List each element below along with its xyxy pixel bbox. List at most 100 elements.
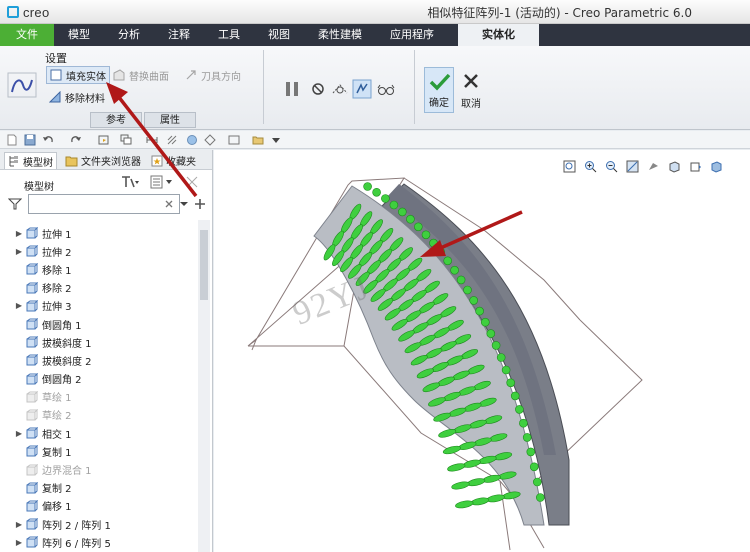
tree-item-label: 拔模斜度 2 bbox=[42, 356, 92, 368]
quick-access-toolbar bbox=[0, 131, 750, 149]
replace-surface-button[interactable]: 替换曲面 bbox=[110, 66, 172, 84]
menu-annotate[interactable]: 注释 bbox=[154, 24, 204, 46]
edge-feature bbox=[496, 353, 506, 362]
tree-item[interactable]: 草绘 2 bbox=[0, 406, 198, 424]
expand-arrow-icon[interactable]: ▶ bbox=[12, 538, 26, 547]
undo-icon[interactable] bbox=[42, 134, 54, 146]
tool-direction-icon bbox=[186, 70, 196, 80]
shape-icon[interactable] bbox=[204, 134, 216, 146]
tree-item[interactable]: ▶ 拉伸 2 bbox=[0, 242, 198, 260]
edge-feature bbox=[436, 247, 445, 257]
no-preview-icon[interactable] bbox=[308, 79, 328, 99]
folder-icon bbox=[65, 156, 78, 166]
search-dropdown-icon[interactable] bbox=[180, 200, 188, 208]
tree-filter-icon[interactable] bbox=[184, 175, 200, 189]
show-options-icon[interactable] bbox=[150, 175, 174, 189]
new-file-icon[interactable] bbox=[6, 134, 18, 146]
remove-icon bbox=[26, 263, 38, 275]
tab-favorites-label: 收藏夹 bbox=[166, 157, 196, 168]
tab-properties[interactable]: 属性 bbox=[144, 112, 196, 128]
menu-flexible-modeling[interactable]: 柔性建模 bbox=[304, 24, 376, 46]
copy-icon bbox=[26, 445, 38, 457]
expand-arrow-icon[interactable]: ▶ bbox=[12, 520, 26, 529]
regenerate-icon[interactable] bbox=[98, 134, 110, 146]
close-window-icon[interactable] bbox=[228, 134, 240, 146]
menu-view[interactable]: 视图 bbox=[254, 24, 304, 46]
tree-item[interactable]: ▶ 阵列 2 / 阵列 1 bbox=[0, 515, 198, 533]
tree-item[interactable]: 倒圆角 2 bbox=[0, 370, 198, 388]
pause-icon[interactable] bbox=[282, 79, 302, 99]
logo-text: creo bbox=[23, 4, 50, 20]
menu-solidify[interactable]: 实体化 bbox=[458, 24, 539, 46]
tree-item-label: 移除 1 bbox=[42, 265, 72, 277]
scrollbar-thumb[interactable] bbox=[200, 230, 208, 300]
sketch-icon bbox=[26, 408, 38, 421]
tree-item[interactable]: 移除 2 bbox=[0, 279, 198, 297]
tool-direction-button[interactable]: 刀具方向 bbox=[182, 66, 244, 84]
expand-arrow-icon[interactable]: ▶ bbox=[12, 301, 26, 310]
windows-icon[interactable] bbox=[120, 134, 132, 146]
verify-mode-icon[interactable] bbox=[352, 79, 372, 99]
graphics-window[interactable]: 92YJ bbox=[214, 150, 750, 552]
tree-item-label: 倒圆角 1 bbox=[42, 320, 82, 332]
tree-item[interactable]: ▶ 阵列 6 / 阵列 5 bbox=[0, 533, 198, 551]
clear-search-icon[interactable] bbox=[164, 199, 174, 209]
redo-icon[interactable] bbox=[70, 134, 82, 146]
tree-item[interactable]: 拔模斜度 2 bbox=[0, 351, 198, 369]
expand-arrow-icon[interactable]: ▶ bbox=[12, 429, 26, 438]
tree-item[interactable]: 移除 1 bbox=[0, 260, 198, 278]
save-icon[interactable] bbox=[24, 134, 36, 146]
menu-file[interactable]: 文件 bbox=[0, 24, 54, 46]
tree-scrollbar[interactable] bbox=[198, 220, 210, 552]
tree-item[interactable]: ▶ 拉伸 1 bbox=[0, 224, 198, 242]
tree-item[interactable]: 草绘 1 bbox=[0, 388, 198, 406]
menu-tools[interactable]: 工具 bbox=[204, 24, 254, 46]
ok-label: 确定 bbox=[429, 98, 449, 109]
cancel-button[interactable]: 取消 bbox=[456, 67, 486, 113]
menu-applications[interactable]: 应用程序 bbox=[376, 24, 448, 46]
menu-model[interactable]: 模型 bbox=[54, 24, 104, 46]
tree-item[interactable]: 偏移 1 bbox=[0, 497, 198, 515]
tab-folder-browser[interactable]: 文件夹浏览器 bbox=[62, 152, 144, 169]
tab-references[interactable]: 参考 bbox=[90, 112, 142, 128]
tree-item[interactable]: 边界混合 1 bbox=[0, 460, 198, 478]
tree-item[interactable]: 复制 1 bbox=[0, 442, 198, 460]
add-icon[interactable] bbox=[194, 198, 206, 210]
extrude-icon bbox=[26, 245, 38, 257]
edge-feature bbox=[443, 256, 452, 266]
tree-search-input[interactable] bbox=[28, 194, 180, 214]
window-title: 相似特征阵列-1 (活动的) - Creo Parametric 6.0 bbox=[427, 6, 692, 20]
tree-item-label: 拉伸 1 bbox=[42, 229, 72, 241]
pattern-feature bbox=[455, 500, 474, 509]
dimension-icon[interactable] bbox=[166, 134, 178, 146]
remove-material-button[interactable]: 移除材料 bbox=[46, 88, 108, 106]
checkmark-icon bbox=[429, 73, 451, 91]
fill-solid-button[interactable]: 填充实体 bbox=[46, 66, 110, 84]
tree-item[interactable]: ▶ 拉伸 3 bbox=[0, 297, 198, 315]
tree-item[interactable]: 倒圆角 1 bbox=[0, 315, 198, 333]
pattern-feature bbox=[470, 497, 490, 506]
extrude-icon bbox=[26, 227, 38, 239]
open-icon[interactable] bbox=[252, 134, 264, 146]
expand-arrow-icon[interactable]: ▶ bbox=[12, 229, 26, 238]
edge-feature bbox=[363, 182, 372, 191]
funnel-icon[interactable] bbox=[8, 197, 22, 211]
tab-favorites[interactable]: 收藏夹 bbox=[148, 152, 199, 169]
tree-item-label: 拉伸 3 bbox=[42, 302, 72, 314]
separate-preview-icon[interactable] bbox=[330, 79, 350, 99]
round-icon bbox=[26, 372, 38, 385]
ok-button[interactable]: 确定 bbox=[424, 67, 454, 113]
expand-arrow-icon[interactable]: ▶ bbox=[12, 247, 26, 256]
tree-item[interactable]: 复制 2 bbox=[0, 479, 198, 497]
tree-item[interactable]: 拔模斜度 1 bbox=[0, 333, 198, 351]
sketch-icon[interactable] bbox=[7, 72, 37, 98]
tree-settings-icon[interactable] bbox=[120, 175, 140, 189]
tab-model-tree[interactable]: 模型树 bbox=[4, 152, 57, 169]
tree-item[interactable]: ▶ 相交 1 bbox=[0, 424, 198, 442]
glasses-icon[interactable] bbox=[376, 79, 396, 99]
menu-analysis[interactable]: 分析 bbox=[104, 24, 154, 46]
edge-feature bbox=[480, 317, 490, 327]
measure-icon[interactable] bbox=[146, 134, 158, 146]
customize-qat-icon[interactable] bbox=[270, 134, 282, 146]
appearance-icon[interactable] bbox=[186, 134, 198, 146]
